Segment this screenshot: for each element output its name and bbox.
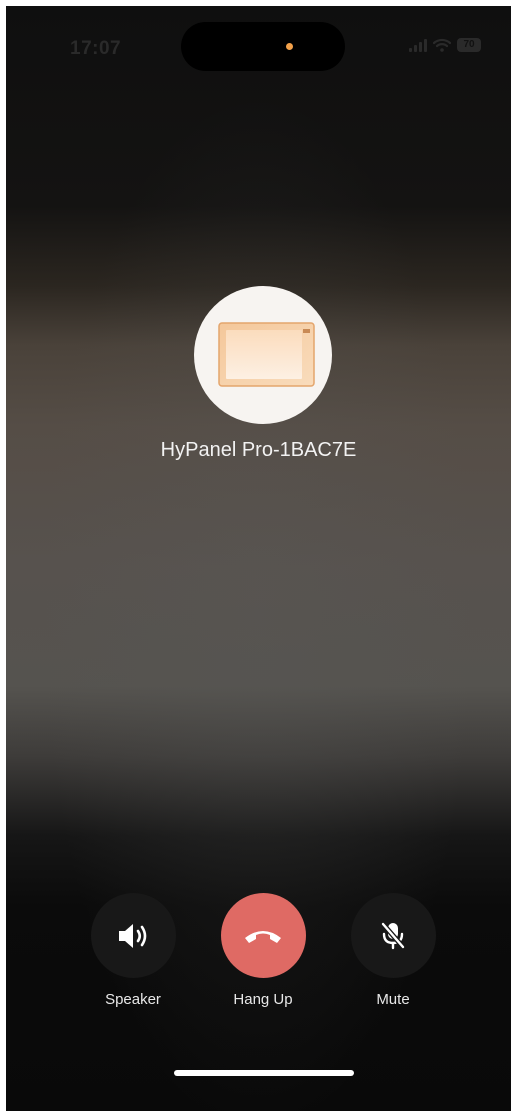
hangup-control: Hang Up [208,893,318,1008]
cellular-signal-icon [409,38,427,52]
phone-hangup-icon [245,930,281,943]
status-icons: 70 [409,38,481,52]
display-panel-icon [218,322,315,387]
speaker-button[interactable] [90,893,176,978]
mute-button[interactable] [350,893,436,978]
caller-name: HyPanel Pro-1BAC7E [160,439,357,461]
status-time: 17:07 [70,38,122,59]
wifi-icon [433,38,451,52]
speaker-label: Speaker [105,991,161,1008]
hang-up-label: Hang Up [233,991,293,1008]
hang-up-button[interactable] [220,893,306,978]
battery-icon: 70 [457,38,481,52]
caller-avatar [194,286,332,424]
home-indicator[interactable] [174,1070,354,1076]
mute-control: Mute [338,893,448,1008]
dynamic-island [181,22,345,71]
call-screen: 17:07 70 HyPanel Pro-1BAC7E Speaker Hang… [6,6,511,1111]
speaker-icon [119,923,147,948]
camera-indicator-dot [286,43,293,50]
microphone-muted-icon [380,921,406,949]
speaker-control: Speaker [78,893,188,1008]
mute-label: Mute [376,991,410,1008]
